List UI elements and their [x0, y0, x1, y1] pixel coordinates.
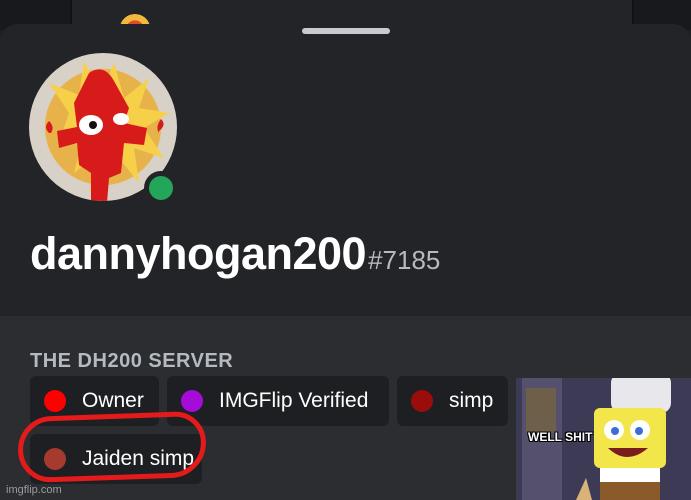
username-text: dannyhogan200	[30, 228, 367, 279]
role-label: simp	[449, 389, 494, 412]
imgflip-watermark: imgflip.com	[6, 484, 62, 496]
online-status-indicator	[144, 171, 178, 205]
role-color-dot	[411, 390, 433, 412]
red-circle-annotation	[16, 410, 208, 484]
role-label: Owner	[82, 389, 144, 412]
role-pill-imgflip-verified[interactable]: IMGFlip Verified	[167, 376, 389, 426]
role-pill-simp[interactable]: simp	[397, 376, 508, 426]
discriminator-text: #7185	[368, 245, 441, 275]
drag-handle[interactable]	[302, 28, 390, 34]
role-color-dot	[181, 390, 203, 412]
role-label: IMGFlip Verified	[219, 389, 369, 412]
role-color-dot	[44, 390, 66, 412]
profile-username: dannyhogan200 #7185	[30, 228, 440, 288]
spongebob-meme-image: WELL SHIT	[516, 378, 691, 500]
server-name-heading: THE DH200 SERVER	[30, 350, 234, 372]
meme-caption: WELL SHIT	[528, 430, 593, 444]
